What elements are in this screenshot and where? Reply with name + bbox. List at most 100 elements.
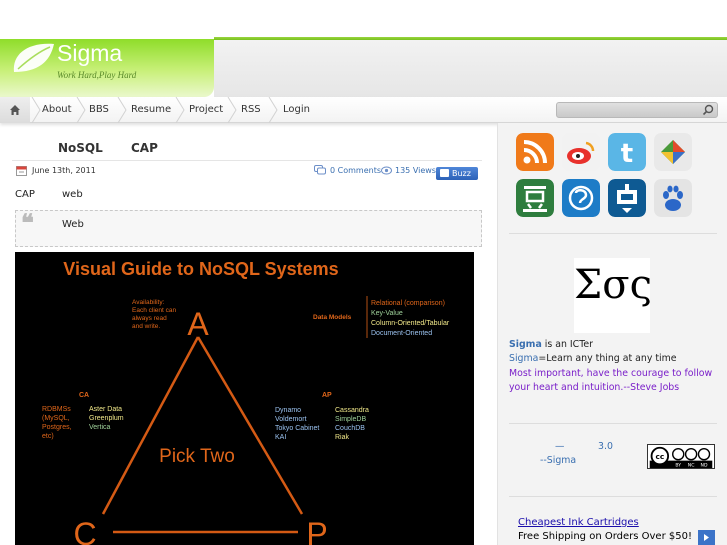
header-band — [214, 40, 727, 97]
ap-system: CouchDB — [335, 425, 365, 432]
nav-bbs[interactable]: BBS — [89, 97, 109, 123]
data-models-label: Data Models — [313, 314, 352, 321]
blockquote — [15, 210, 482, 247]
ca-label: CA — [79, 392, 89, 399]
ca-system: Greenplum — [89, 415, 124, 422]
svg-text:NC: NC — [688, 463, 695, 469]
bio-line: Sigma is an ICTer — [509, 339, 593, 350]
nav-separator — [76, 97, 86, 123]
bio-name-link[interactable]: Sigma — [509, 353, 538, 364]
ca-system: etc) — [42, 433, 54, 440]
google-reader-icon[interactable] — [654, 133, 692, 171]
ap-system: SimpleDB — [335, 416, 366, 423]
weibo-icon[interactable] — [562, 133, 600, 171]
license-author[interactable]: --Sigma — [540, 455, 576, 466]
post-text-word: CAP — [15, 189, 35, 200]
search-input[interactable] — [559, 104, 699, 116]
home-icon — [10, 105, 20, 115]
nosql-cap-diagram: Visual Guide to NoSQL Systems A C P Pick… — [15, 252, 474, 545]
ap-label: AP — [322, 392, 332, 399]
views-count: 135 Views — [395, 166, 436, 175]
top-bar — [0, 0, 727, 39]
creative-commons-icon[interactable]: cc BY NC ND — [647, 444, 715, 469]
site-title[interactable]: Sigma — [57, 40, 122, 67]
nav-project[interactable]: Project — [189, 97, 223, 123]
nav-login[interactable]: Login — [283, 97, 310, 123]
sidebar-divider — [509, 423, 717, 424]
bio-quote: Most important, have the courage to foll… — [509, 368, 713, 393]
svg-text:t: t — [621, 139, 633, 169]
post-text-word: web — [62, 189, 83, 200]
blockquote-text: Web — [62, 219, 84, 230]
post-title-part[interactable]: NoSQL — [58, 141, 103, 155]
comments-link[interactable]: 0 Comments — [330, 166, 381, 175]
nav-separator — [227, 97, 237, 123]
ca-system: Postgres, — [42, 424, 72, 431]
ad-text: Free Shipping on Orders Over $50! — [518, 531, 692, 542]
ad-link[interactable]: Cheapest Ink Cartridges — [518, 517, 639, 528]
data-model-item: Column-Oriented/Tabular — [371, 320, 450, 327]
post-title-part[interactable]: CAP — [131, 141, 158, 155]
nav-separator — [268, 97, 278, 123]
vertex-c: C — [73, 516, 96, 545]
data-model-item: Relational (comparison) — [371, 300, 445, 307]
douban-icon[interactable] — [516, 179, 554, 217]
availability-text: always read — [132, 315, 167, 322]
rss-icon[interactable] — [516, 133, 554, 171]
nav-separator — [31, 97, 41, 123]
ca-system: RDBMSs — [42, 406, 71, 413]
bio-name-link[interactable]: Sigma — [509, 339, 542, 350]
nav-separator — [117, 97, 127, 123]
ca-system: Vertica — [89, 424, 111, 431]
nav-home[interactable] — [0, 97, 30, 123]
pick-two-label: Pick Two — [159, 446, 235, 467]
bio-text: is an ICTer — [541, 339, 593, 350]
cap-triangle — [101, 336, 304, 515]
ca-system: Aster Data — [89, 406, 122, 413]
twitter-icon[interactable]: t — [608, 133, 646, 171]
diagram-title: Visual Guide to NoSQL Systems — [63, 259, 338, 279]
svg-text:cc: cc — [655, 452, 664, 461]
sigma-symbol: Σσς — [574, 262, 652, 308]
ad-arrow-icon[interactable] — [698, 530, 715, 545]
xianguo-icon[interactable] — [608, 179, 646, 217]
ap-system: KAI — [275, 434, 286, 441]
buzz-icon — [440, 169, 449, 177]
availability-text: Availability: — [132, 299, 165, 306]
nav-resume[interactable]: Resume — [131, 97, 171, 123]
availability-text: Each client can — [132, 307, 176, 314]
ap-system: Dynamo — [275, 407, 301, 414]
vertex-p: P — [306, 516, 327, 545]
data-model-item: Key-Value — [371, 310, 403, 317]
search-icon[interactable] — [702, 104, 715, 116]
qq-icon[interactable] — [562, 179, 600, 217]
svg-text:ND: ND — [701, 463, 708, 469]
vertex-a: A — [187, 306, 209, 342]
availability-text: and write. — [132, 323, 160, 330]
search-box — [556, 102, 718, 118]
sidebar-divider — [509, 496, 717, 497]
ap-system: Voldemort — [275, 416, 307, 423]
ca-system: (MySQL, — [42, 415, 70, 422]
license-version[interactable]: 3.0 — [598, 441, 613, 452]
quote-icon: ❝ — [21, 208, 34, 237]
nav-separator — [175, 97, 185, 123]
baidu-icon[interactable] — [654, 179, 692, 217]
ap-system: Tokyo Cabinet — [275, 425, 319, 432]
sidebar-divider — [509, 233, 717, 234]
divider — [12, 160, 482, 161]
comment-icon — [314, 165, 326, 175]
bio-text: =Learn any thing at any time — [538, 353, 677, 364]
data-model-item: Document-Oriented — [371, 330, 432, 337]
calendar-icon — [16, 166, 27, 176]
nav-about[interactable]: About — [42, 97, 72, 123]
site-tagline: Work Hard,Play Hard — [57, 70, 137, 80]
nav-rss[interactable]: RSS — [241, 97, 261, 123]
leaf-logo-icon — [13, 43, 54, 72]
ap-system: Cassandra — [335, 407, 369, 414]
post-date: June 13th, 2011 — [32, 166, 96, 175]
bio-line: Sigma=Learn any thing at any time — [509, 353, 677, 364]
svg-text:BY: BY — [675, 463, 681, 469]
license-link[interactable]: — — [555, 441, 564, 452]
ap-system: Riak — [335, 434, 350, 441]
